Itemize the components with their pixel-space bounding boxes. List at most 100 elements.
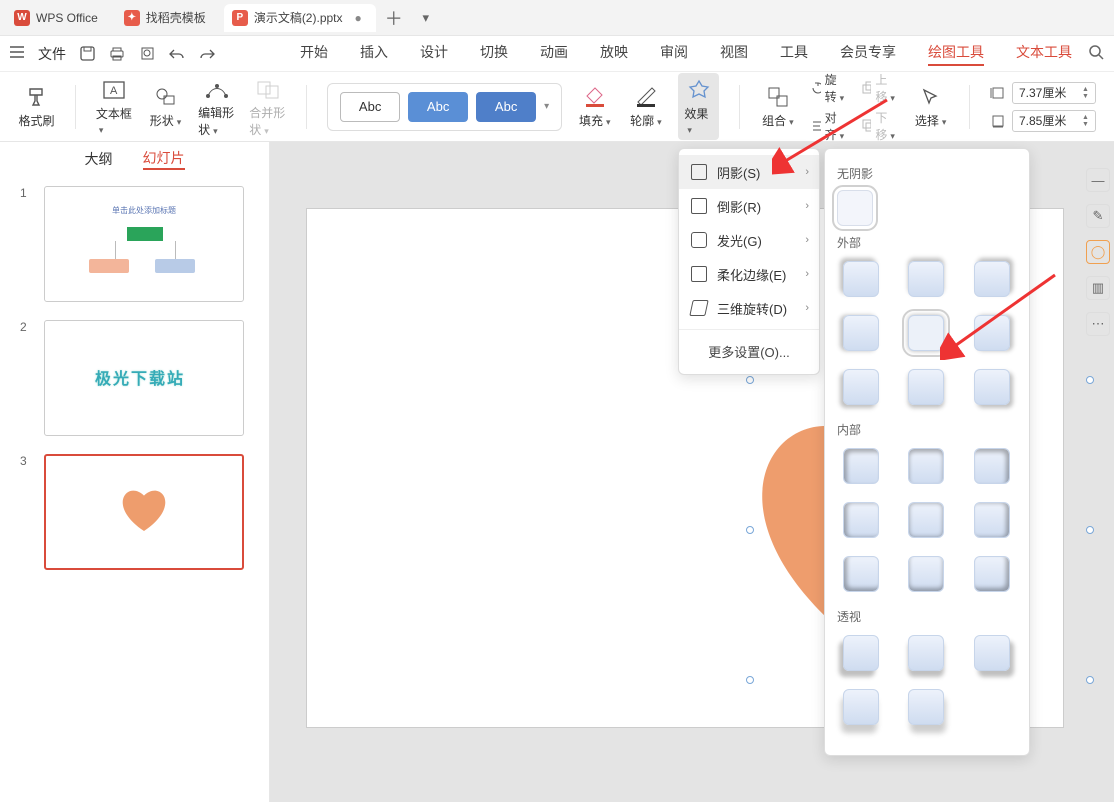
file-menu[interactable]: 文件	[38, 44, 66, 64]
shadow-option[interactable]	[908, 635, 944, 671]
shadow-option[interactable]	[843, 448, 879, 484]
collapse-icon[interactable]: —	[1086, 168, 1110, 192]
shadow-option[interactable]	[843, 261, 879, 297]
format-painter-button[interactable]: 格式刷	[18, 84, 55, 129]
outline-button[interactable]: 轮廓	[627, 84, 664, 129]
tab-wps-home[interactable]: W WPS Office	[6, 4, 112, 32]
style-gallery[interactable]: Abc Abc Abc ▾	[327, 83, 562, 131]
shadow-option[interactable]	[843, 556, 879, 592]
tab-text-tools[interactable]: 文本工具	[1016, 42, 1072, 66]
tab-design[interactable]: 设计	[420, 42, 448, 66]
move-up-button[interactable]: 上移	[861, 71, 898, 105]
shadow-option-selected[interactable]	[908, 315, 944, 351]
search-icon[interactable]	[1088, 44, 1104, 63]
spinner-icon[interactable]: ▲▼	[1082, 86, 1089, 100]
close-tab-icon[interactable]: ●	[355, 11, 362, 25]
slide-thumbnail-3[interactable]	[44, 454, 244, 570]
thumbnail-row[interactable]: 1 单击此处添加标题	[20, 186, 249, 302]
shadow-option[interactable]	[974, 635, 1010, 671]
shadow-option[interactable]	[843, 689, 879, 725]
combine-button[interactable]: 组合	[759, 84, 796, 129]
more-icon[interactable]: ⋯	[1086, 312, 1110, 336]
shadow-option[interactable]	[974, 315, 1010, 351]
menu-icon[interactable]	[10, 46, 26, 61]
shadow-option[interactable]	[843, 315, 879, 351]
chevron-right-icon: ›	[805, 166, 809, 178]
shadow-option[interactable]	[908, 369, 944, 405]
save-icon[interactable]	[78, 45, 96, 63]
tab-start[interactable]: 开始	[300, 42, 328, 66]
menu-glow[interactable]: 发光(G) ›	[679, 223, 819, 257]
menu-shadow[interactable]: 阴影(S) ›	[679, 155, 819, 189]
shadow-option[interactable]	[843, 369, 879, 405]
outline-icon	[635, 84, 657, 110]
thumbnail-row[interactable]: 2 极光下载站	[20, 320, 249, 436]
merge-shape-button[interactable]: 合并形状	[249, 76, 286, 138]
select-button[interactable]: 选择	[912, 84, 949, 129]
style-preset-1[interactable]: Abc	[340, 92, 400, 122]
tab-member[interactable]: 会员专享	[840, 42, 896, 66]
shadow-option[interactable]	[908, 261, 944, 297]
shadow-option[interactable]	[908, 502, 944, 538]
edit-shape-button[interactable]: 编辑形状	[198, 76, 235, 138]
tab-view[interactable]: 视图	[720, 42, 748, 66]
pen-icon[interactable]: ✎	[1086, 204, 1110, 228]
shadow-option[interactable]	[843, 502, 879, 538]
fill-button[interactable]: 填充	[576, 84, 613, 129]
rotate-button[interactable]: 旋转	[811, 71, 848, 105]
spinner-icon[interactable]: ▲▼	[1082, 114, 1089, 128]
tab-animation[interactable]: 动画	[540, 42, 568, 66]
tab-tools[interactable]: 工具	[780, 42, 808, 66]
perspective-grid	[837, 633, 1017, 735]
value: 7.85厘米	[1019, 112, 1066, 129]
align-button[interactable]: 对齐	[811, 109, 848, 143]
move-down-button[interactable]: 下移	[861, 109, 898, 143]
effect-button[interactable]: 效果	[678, 73, 718, 140]
shadow-option[interactable]	[974, 556, 1010, 592]
shadow-option[interactable]	[974, 369, 1010, 405]
gallery-expand-icon[interactable]: ▾	[544, 101, 549, 112]
shadow-option[interactable]	[974, 502, 1010, 538]
rotate3d-icon	[689, 300, 708, 316]
tab-menu-button[interactable]: ▾	[412, 10, 440, 26]
shadow-none-option[interactable]	[837, 190, 873, 226]
menu-soft-edge[interactable]: 柔化边缘(E) ›	[679, 257, 819, 291]
layout-icon[interactable]: ▥	[1086, 276, 1110, 300]
tab-insert[interactable]: 插入	[360, 42, 388, 66]
shadow-option[interactable]	[974, 261, 1010, 297]
tab-outline[interactable]: 大纲	[85, 149, 113, 169]
redo-icon[interactable]	[198, 45, 216, 63]
menu-3d-rotate[interactable]: 三维旋转(D) ›	[679, 291, 819, 325]
menu-more-settings[interactable]: 更多设置(O)...	[679, 334, 819, 368]
tab-review[interactable]: 审阅	[660, 42, 688, 66]
tab-slideshow[interactable]: 放映	[600, 42, 628, 66]
inner-grid	[837, 446, 1017, 602]
shadow-option[interactable]	[843, 635, 879, 671]
shadow-option[interactable]	[908, 689, 944, 725]
style-preset-2[interactable]: Abc	[408, 92, 468, 122]
slide-thumbnail-2[interactable]: 极光下载站	[44, 320, 244, 436]
tab-transition[interactable]: 切换	[480, 42, 508, 66]
style-preset-3[interactable]: Abc	[476, 92, 536, 122]
shapes-button[interactable]: 形状	[147, 84, 184, 129]
width-input[interactable]: 7.85厘米 ▲▼	[1012, 110, 1096, 132]
tab-slides[interactable]: 幻灯片	[143, 148, 185, 170]
shadow-option[interactable]	[974, 448, 1010, 484]
chevron-right-icon: ›	[805, 200, 809, 212]
menu-separator	[679, 329, 819, 330]
text-box-button[interactable]: A 文本框	[96, 77, 133, 136]
tab-draw-tools[interactable]: 绘图工具	[928, 42, 984, 66]
thumbnail-row[interactable]: 3	[20, 454, 249, 570]
add-tab-button[interactable]: ＋	[380, 5, 408, 31]
undo-icon[interactable]	[168, 45, 186, 63]
height-input[interactable]: 7.37厘米 ▲▼	[1012, 82, 1096, 104]
slide-thumbnail-1[interactable]: 单击此处添加标题	[44, 186, 244, 302]
shadow-option[interactable]	[908, 448, 944, 484]
shadow-option[interactable]	[908, 556, 944, 592]
print-icon[interactable]	[108, 45, 126, 63]
menu-reflection[interactable]: 倒影(R) ›	[679, 189, 819, 223]
tab-template[interactable]: ✦ 找稻壳模板	[116, 4, 220, 32]
print-preview-icon[interactable]	[138, 45, 156, 63]
tab-document[interactable]: P 演示文稿(2).pptx ●	[224, 4, 376, 32]
style-icon[interactable]: ◯	[1086, 240, 1110, 264]
